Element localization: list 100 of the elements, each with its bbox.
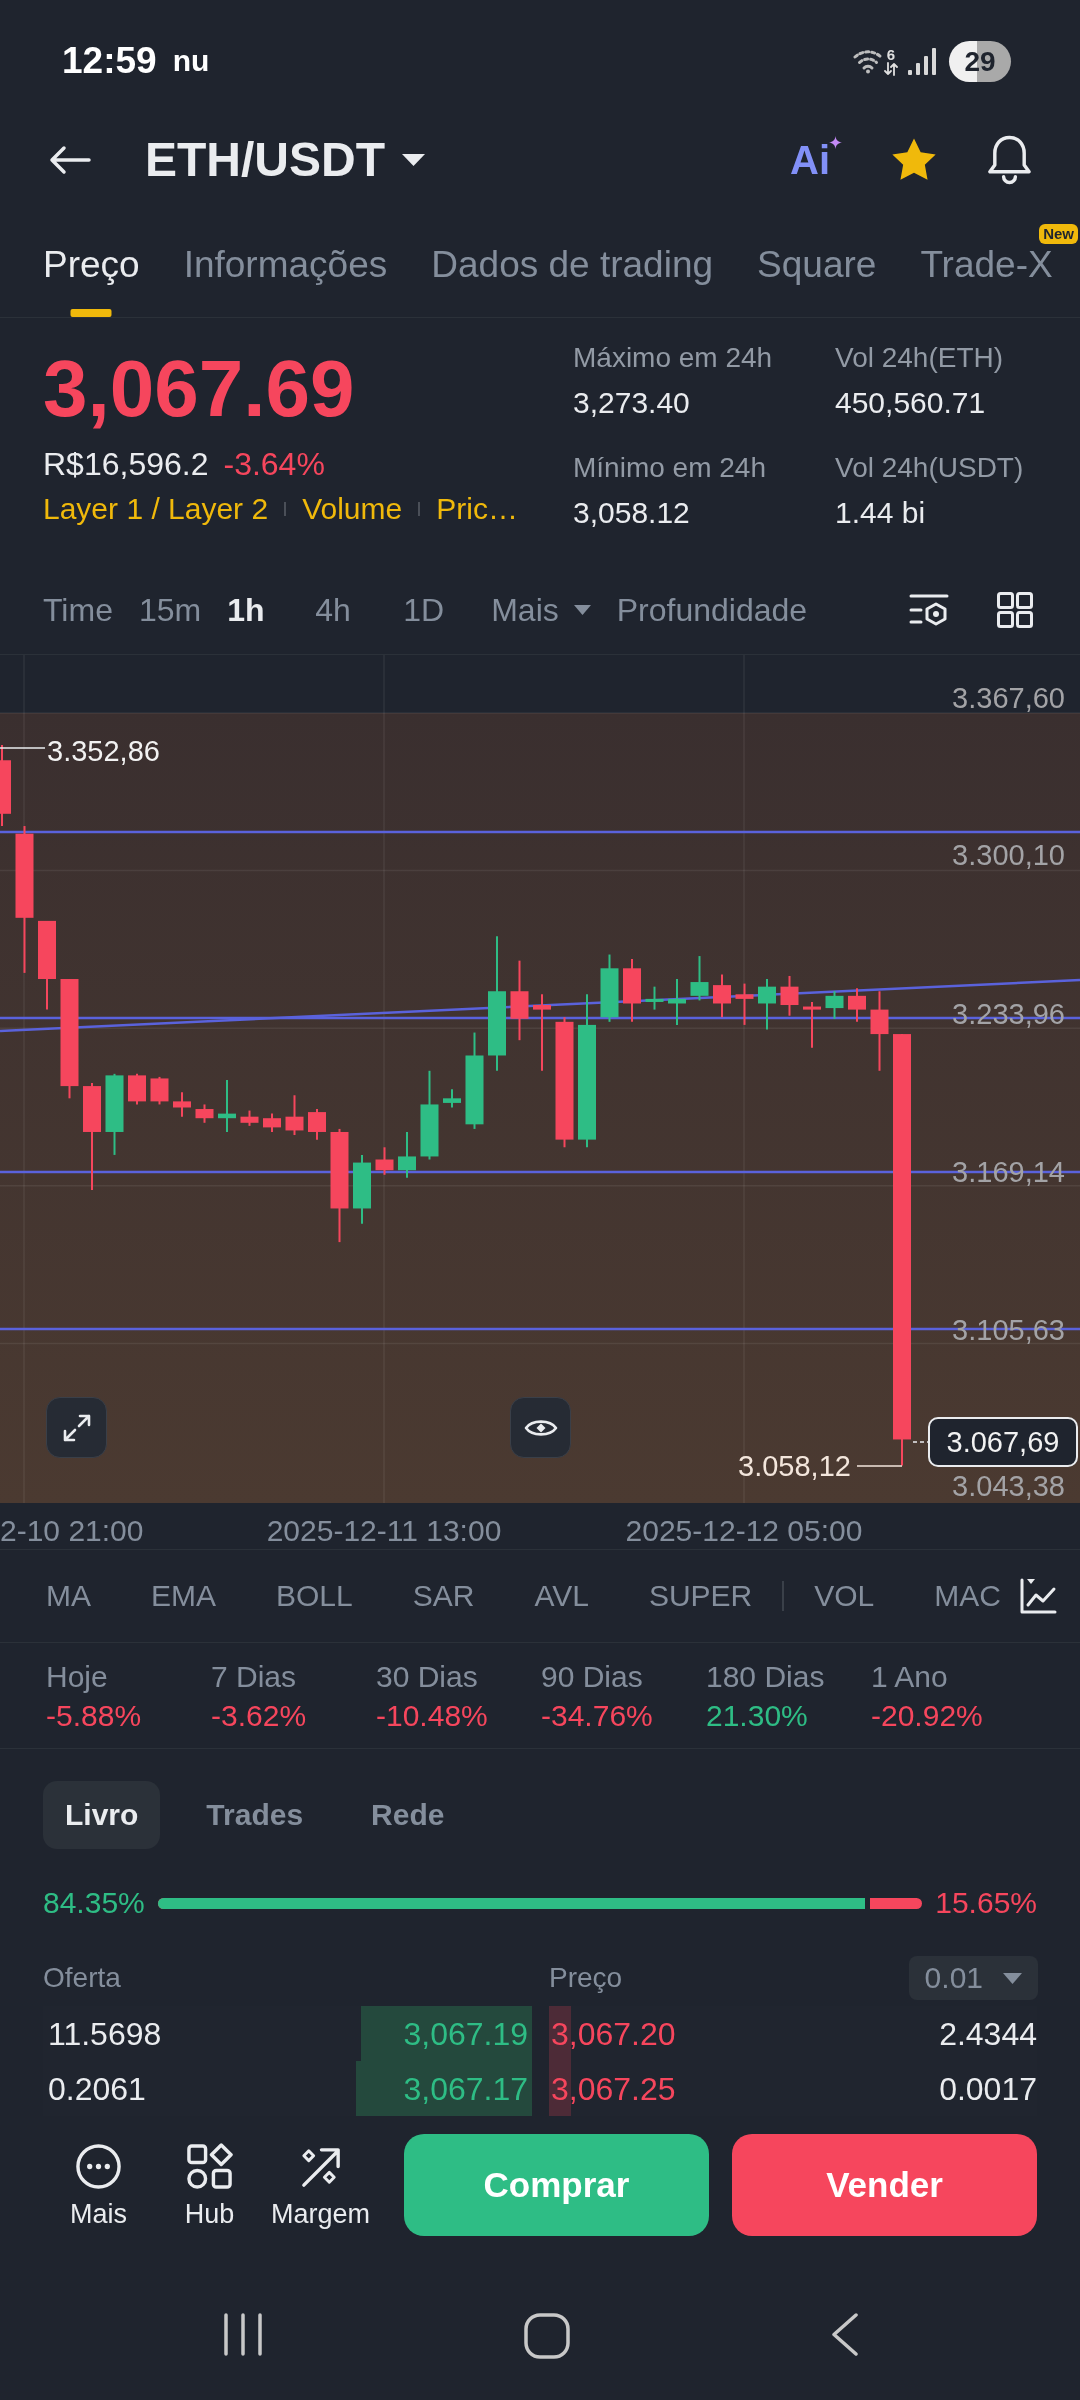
bid-price: 3,067.17	[403, 2069, 529, 2109]
bid-price: 3,067.19	[403, 2014, 529, 2054]
bid-size: 11.5698	[47, 2014, 162, 2054]
last-price-label: 3.067,69	[928, 1417, 1078, 1467]
period-change: -20.92%	[871, 1698, 983, 1734]
chart-settings-icon[interactable]	[909, 592, 949, 628]
indicator-option[interactable]: SAR	[412, 1576, 475, 1616]
caret-down-icon	[573, 605, 591, 615]
sell-button[interactable]: Vender	[732, 2134, 1037, 2236]
price-change: -3.64%	[223, 448, 325, 480]
fullscreen-button[interactable]	[46, 1397, 107, 1458]
candle	[195, 1103, 214, 1124]
ai-assistant-button[interactable]: Ai	[790, 138, 842, 182]
indicator-option[interactable]: EMA	[151, 1576, 216, 1616]
fiat-price: R$16,596.2	[43, 448, 209, 480]
book-tab[interactable]: Livro	[43, 1781, 161, 1849]
indicator-option[interactable]: MAC	[934, 1576, 1001, 1616]
candle	[713, 973, 731, 1019]
book-tab[interactable]: Rede	[349, 1781, 467, 1849]
tab[interactable]: Trade-X	[920, 245, 1053, 317]
indicator-option[interactable]: AVL	[534, 1576, 589, 1616]
ask-price: 3,067.25	[550, 2069, 676, 2109]
price-line	[912, 1441, 929, 1443]
new-label: New	[1039, 224, 1078, 244]
category-tag[interactable]: Layer 1 / Layer 2	[43, 494, 269, 524]
category-tag[interactable]: Pric…	[436, 494, 518, 524]
candle	[668, 978, 686, 1026]
tab[interactable]: Informações	[183, 245, 388, 317]
interval-option[interactable]: Time	[43, 590, 113, 630]
caret-down-icon	[1003, 1972, 1022, 1984]
candle	[780, 974, 799, 1017]
more-icon	[75, 2143, 122, 2190]
interval-option[interactable]: Mais	[491, 590, 591, 630]
stat-value: 450,560.71	[835, 385, 986, 421]
interval-option[interactable]: 15m	[138, 590, 202, 630]
stat-label: Vol 24h(USDT)	[835, 451, 1024, 485]
interval-option[interactable]: 1D	[403, 590, 466, 630]
bid-size: 0.2061	[47, 2069, 146, 2109]
candle	[645, 985, 664, 1011]
period-label: 1 Ano	[871, 1660, 948, 1694]
category-tag[interactable]: Volume	[302, 494, 403, 524]
ask-price: 3,067.20	[550, 2014, 676, 2054]
candle	[735, 982, 754, 1026]
candle	[600, 953, 619, 1023]
indicator-option[interactable]: SUPER	[648, 1576, 753, 1616]
tab-indicator	[70, 309, 112, 317]
price-axis-label: 3.367,60	[952, 682, 1065, 714]
tab[interactable]: Square	[757, 245, 877, 317]
back-icon[interactable]	[48, 145, 91, 175]
action-button[interactable]: Margem	[265, 2134, 376, 2231]
period-change: -34.76%	[541, 1698, 653, 1734]
signal-icon	[908, 47, 936, 75]
action-button[interactable]: Mais	[43, 2134, 154, 2231]
candle	[398, 1131, 416, 1179]
grid-icon[interactable]	[997, 592, 1033, 628]
period-change: -3.62%	[211, 1698, 307, 1734]
time-axis-label: 2025-12-11 13:00	[266, 1513, 502, 1549]
indicator-option[interactable]: VOL	[814, 1576, 875, 1616]
candle	[848, 987, 866, 1023]
time-axis-label: 2025-12-12 05:00	[625, 1513, 863, 1549]
tab[interactable]: Dados de trading	[431, 245, 714, 317]
interval-option[interactable]: Profundidade	[616, 590, 808, 630]
battery-indicator: 29	[949, 40, 1011, 82]
ask-size: 0.0017	[939, 2069, 1037, 2109]
status-time: 12:59	[62, 39, 157, 83]
stat-value: 1.44 bi	[835, 495, 926, 531]
precision-dropdown[interactable]: 0.01	[908, 1956, 1038, 2000]
candle	[173, 1091, 191, 1118]
recent-apps-icon[interactable]	[222, 2313, 264, 2356]
period-change: 21.30%	[706, 1698, 808, 1734]
book-tab[interactable]: Trades	[184, 1781, 326, 1849]
buy-button[interactable]: Comprar	[404, 2134, 709, 2236]
period-label: 30 Dias	[376, 1660, 478, 1694]
candle	[353, 1153, 371, 1225]
notification-app-name: nu	[172, 46, 210, 76]
candle	[375, 1146, 394, 1176]
candle	[803, 1000, 821, 1049]
stat-label: Vol 24h(ETH)	[835, 341, 1004, 375]
back-nav-icon[interactable]	[830, 2313, 859, 2356]
ask-size: 2.4344	[939, 2014, 1037, 2054]
action-button[interactable]: Hub	[154, 2134, 265, 2231]
stat-value: 3,058.12	[573, 495, 690, 531]
leader-line	[0, 747, 46, 749]
candle	[150, 1075, 169, 1106]
interval-option[interactable]: 4h	[315, 590, 378, 630]
pair-selector[interactable]: ETH/USDT	[145, 132, 426, 188]
stat-label: Máximo em 24h	[573, 341, 773, 375]
tab[interactable]: Preço	[43, 245, 140, 317]
interval-option[interactable]: 1h	[227, 590, 290, 630]
bell-icon[interactable]	[986, 134, 1033, 186]
indicator-chart-icon[interactable]	[1019, 1577, 1057, 1615]
caret-down-icon	[401, 153, 426, 167]
visibility-button[interactable]	[510, 1397, 571, 1458]
bid-ratio: 84.35%	[43, 1885, 145, 1921]
wifi-standard-label: 6	[886, 46, 896, 62]
ask-ratio: 15.65%	[935, 1885, 1037, 1921]
home-icon[interactable]	[524, 2313, 570, 2359]
candle	[128, 1072, 146, 1106]
indicator-option[interactable]: MA	[46, 1576, 91, 1616]
indicator-option[interactable]: BOLL	[276, 1576, 353, 1616]
